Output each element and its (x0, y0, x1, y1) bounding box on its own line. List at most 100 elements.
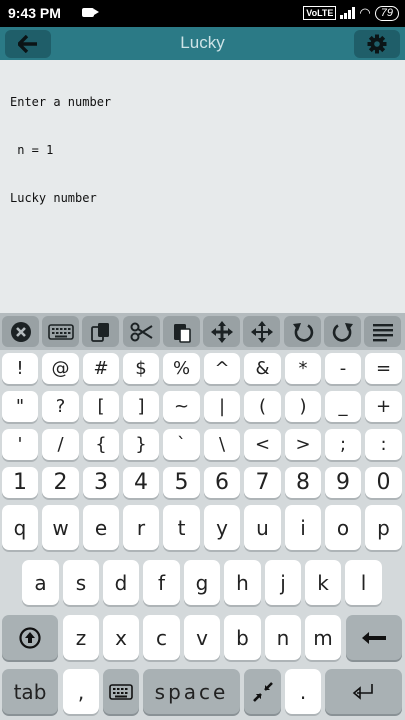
key-t[interactable]: t (163, 505, 200, 550)
key-r[interactable]: r (123, 505, 159, 550)
key-colon[interactable]: : (365, 429, 402, 460)
move-cursor-button[interactable] (203, 316, 240, 347)
key-plus[interactable]: + (365, 391, 402, 422)
key-0[interactable]: 0 (365, 467, 402, 498)
key-equals[interactable]: = (365, 353, 402, 384)
key-left-paren[interactable]: ( (244, 391, 281, 422)
key-percent[interactable]: % (163, 353, 200, 384)
key-single-quote[interactable]: ' (2, 429, 38, 460)
settings-button[interactable] (354, 30, 400, 58)
key-backslash[interactable]: \ (204, 429, 240, 460)
key-question[interactable]: ? (42, 391, 79, 422)
volte-badge: VoLTE (303, 6, 337, 20)
tab-key[interactable]: tab (2, 669, 58, 714)
key-b[interactable]: b (224, 615, 261, 660)
key-underscore[interactable]: _ (325, 391, 361, 422)
select-move-icon (250, 320, 273, 343)
key-d[interactable]: d (103, 560, 139, 605)
key-2[interactable]: 2 (42, 467, 79, 498)
select-move-button[interactable] (243, 316, 280, 347)
status-bar: 9:43 PM VoLTE ◠ 79 (0, 0, 405, 27)
key-z[interactable]: z (63, 615, 99, 660)
keyboard-switch-key[interactable] (103, 669, 139, 714)
key-right-paren[interactable]: ) (285, 391, 321, 422)
undo-button[interactable] (284, 316, 321, 347)
key-slash[interactable]: / (42, 429, 79, 460)
key-right-bracket[interactable]: ] (123, 391, 159, 422)
key-minus[interactable]: - (325, 353, 361, 384)
collapse-keyboard-key[interactable] (244, 669, 281, 714)
paste-button[interactable] (163, 316, 200, 347)
key-n[interactable]: n (265, 615, 301, 660)
key-h[interactable]: h (224, 560, 261, 605)
key-left-bracket[interactable]: [ (83, 391, 119, 422)
key-g[interactable]: g (184, 560, 220, 605)
align-button[interactable] (364, 316, 401, 347)
key-6[interactable]: 6 (204, 467, 240, 498)
key-comma[interactable]: , (63, 669, 99, 714)
align-icon (372, 323, 393, 341)
key-5[interactable]: 5 (163, 467, 200, 498)
copy-button[interactable] (82, 316, 119, 347)
key-y[interactable]: y (204, 505, 240, 550)
key-a[interactable]: a (22, 560, 59, 605)
key-double-quote[interactable]: " (2, 391, 38, 422)
clear-icon (10, 321, 31, 342)
status-icons: VoLTE ◠ 79 (303, 5, 399, 21)
battery-indicator: 79 (374, 5, 399, 21)
key-at[interactable]: @ (42, 353, 79, 384)
key-7[interactable]: 7 (244, 467, 281, 498)
key-greater-than[interactable]: > (285, 429, 321, 460)
key-j[interactable]: j (265, 560, 301, 605)
keyboard-toggle-button[interactable] (42, 316, 79, 347)
shift-key[interactable] (2, 615, 58, 660)
enter-key[interactable] (325, 669, 402, 714)
key-k[interactable]: k (305, 560, 341, 605)
key-caret[interactable]: ^ (204, 353, 240, 384)
key-pipe[interactable]: | (204, 391, 240, 422)
key-asterisk[interactable]: * (285, 353, 321, 384)
clear-button[interactable] (2, 316, 39, 347)
key-p[interactable]: p (365, 505, 402, 550)
key-v[interactable]: v (184, 615, 220, 660)
key-l[interactable]: l (345, 560, 382, 605)
cut-button[interactable] (123, 316, 160, 347)
key-f[interactable]: f (143, 560, 180, 605)
key-right-brace[interactable]: } (123, 429, 159, 460)
key-9[interactable]: 9 (325, 467, 361, 498)
signal-icon (340, 7, 356, 19)
key-i[interactable]: i (285, 505, 321, 550)
key-m[interactable]: m (305, 615, 341, 660)
key-exclamation[interactable]: ! (2, 353, 38, 384)
space-key[interactable]: space (143, 669, 240, 714)
key-8[interactable]: 8 (285, 467, 321, 498)
redo-button[interactable] (324, 316, 361, 347)
key-hash[interactable]: # (83, 353, 119, 384)
key-3[interactable]: 3 (83, 467, 119, 498)
keyboard: ! @ # $ % ^ & * - = " ? [ ] ~ | ( ) _ + … (0, 350, 405, 720)
key-x[interactable]: x (103, 615, 139, 660)
key-1[interactable]: 1 (2, 467, 38, 498)
key-dollar[interactable]: $ (123, 353, 159, 384)
redo-icon (332, 322, 353, 342)
move-cursor-icon (210, 320, 233, 343)
key-period[interactable]: . (285, 669, 321, 714)
key-less-than[interactable]: < (244, 429, 281, 460)
key-o[interactable]: o (325, 505, 361, 550)
key-w[interactable]: w (42, 505, 79, 550)
key-left-brace[interactable]: { (83, 429, 119, 460)
key-semicolon[interactable]: ; (325, 429, 361, 460)
key-q[interactable]: q (2, 505, 38, 550)
key-tilde[interactable]: ~ (163, 391, 200, 422)
key-4[interactable]: 4 (123, 467, 159, 498)
key-ampersand[interactable]: & (244, 353, 281, 384)
key-s[interactable]: s (63, 560, 99, 605)
backspace-key[interactable] (346, 615, 402, 660)
key-c[interactable]: c (143, 615, 180, 660)
key-e[interactable]: e (83, 505, 119, 550)
enter-icon (352, 683, 373, 700)
key-backtick[interactable]: ` (163, 429, 200, 460)
console-output[interactable]: Enter a number n = 1 Lucky number (10, 62, 111, 222)
key-u[interactable]: u (244, 505, 281, 550)
paste-icon (173, 323, 191, 343)
